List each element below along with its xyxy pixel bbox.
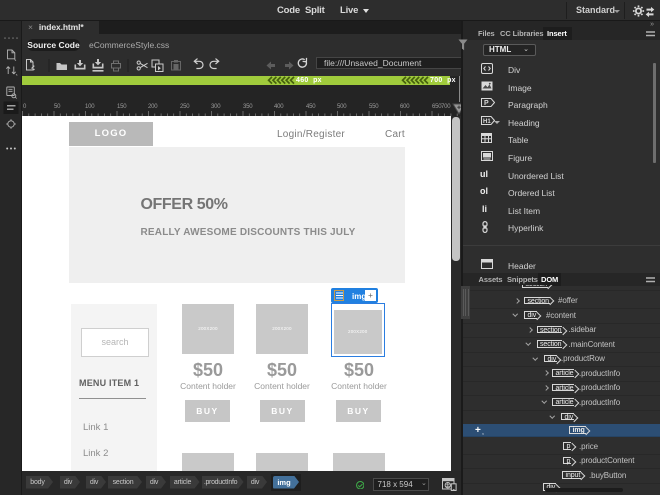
svg-text:H1: H1 (483, 119, 491, 125)
svg-text:P: P (484, 100, 489, 107)
